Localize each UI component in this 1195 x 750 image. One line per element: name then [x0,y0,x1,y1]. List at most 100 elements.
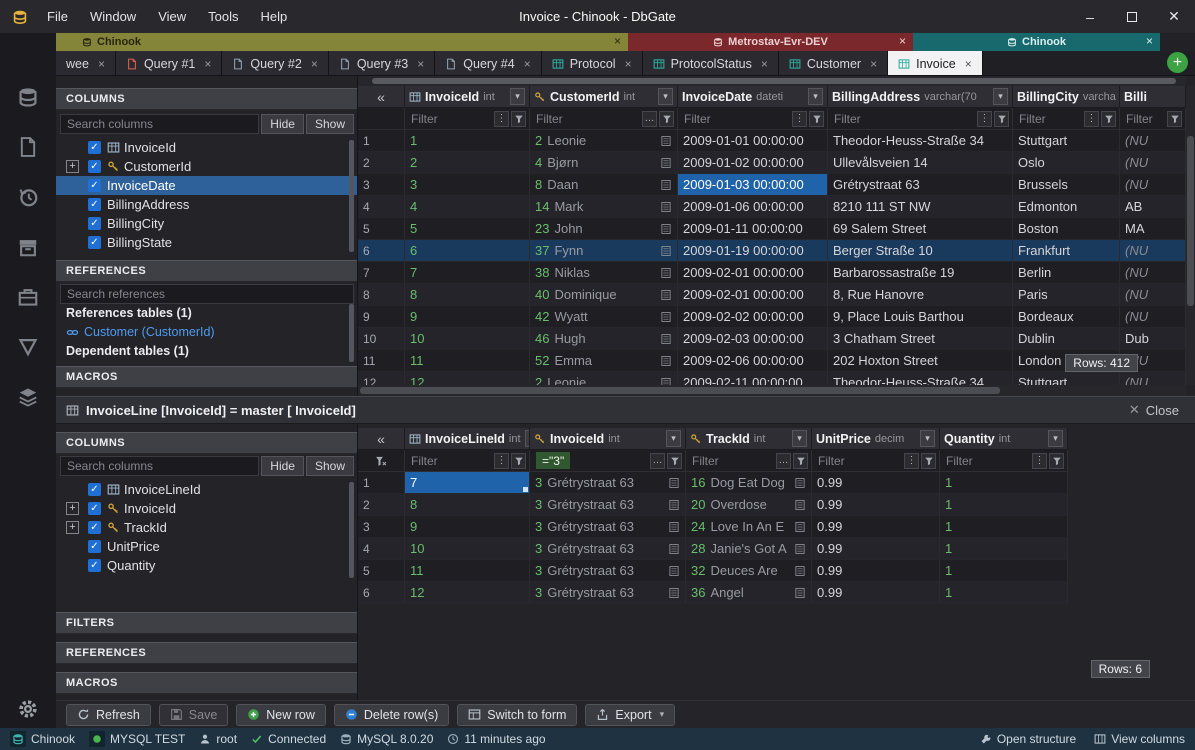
row-number[interactable]: 11 [358,350,405,372]
cell-billingaddress[interactable]: Theodor-Heuss-Straße 34 [828,372,1013,385]
cell-billingaddress[interactable]: Berger Straße 10 [828,240,1013,262]
filter-funnel-icon[interactable] [659,111,674,127]
close-tab-icon[interactable]: × [98,57,105,71]
cell-trackid[interactable]: 32Deuces Are [686,560,812,582]
cell-billingcity[interactable]: Stuttgart [1013,130,1120,152]
cell-billingaddress[interactable]: Barbarossastraße 19 [828,262,1013,284]
cell-invoiceid[interactable]: 3Grétrystraat 63 [530,582,686,604]
filter-input-invoicedate[interactable]: Filter⋮ [678,108,828,130]
filter-funnel-icon[interactable] [793,453,808,469]
cell-billingaddress[interactable]: 8, Rue Hanovre [828,284,1013,306]
layers-icon[interactable] [16,385,40,409]
tab-customer[interactable]: Customer× [779,51,888,76]
cell-billingstate[interactable]: AB [1120,196,1186,218]
cell-billingaddress[interactable]: 69 Salem Street [828,218,1013,240]
close-tab-icon[interactable]: × [204,57,211,71]
filter-input-invoiceid[interactable]: Filter⋮ [405,108,530,130]
cell-trackid[interactable]: 28Janie's Got A [686,538,812,560]
tab-group-metrostav-evr-dev-1[interactable]: Metrostav-Evr-DEV× [628,33,913,51]
filter-options-button[interactable]: … [776,453,791,469]
cell-billingstate[interactable]: (NU [1120,174,1186,196]
cell-billingstate[interactable]: Dub [1120,328,1186,350]
cell-billingcity[interactable]: Oslo [1013,152,1120,174]
open-reference-icon[interactable] [668,565,680,577]
cell-billingcity[interactable]: Paris [1013,284,1120,306]
status-connected[interactable]: Connected [251,732,326,746]
close-tab-icon[interactable]: × [870,57,877,71]
open-reference-icon[interactable] [660,355,672,367]
cell-billingcity[interactable]: Boston [1013,218,1120,240]
cell-billingaddress[interactable]: 8210 111 ST NW [828,196,1013,218]
hide-columns-button[interactable]: Hide [261,456,304,476]
cell-invoiceid[interactable]: 1 [405,130,530,152]
cell-trackid[interactable]: 16Dog Eat Dog [686,472,812,494]
column-item-customerid[interactable]: +✓CustomerId [56,157,357,176]
cell-customerid[interactable]: 46Hugh [530,328,678,350]
filter-input-invoiceid[interactable]: ="3"… [530,450,686,472]
close-group-icon[interactable]: × [899,34,906,48]
open-reference-icon[interactable] [794,521,806,533]
cell-invoiceid[interactable]: 6 [405,240,530,262]
filter-input-billingaddress[interactable]: Filter⋮ [828,108,1013,130]
open-reference-icon[interactable] [660,377,672,386]
filter-options-button[interactable]: ⋮ [1032,453,1047,469]
switch-to-form-button[interactable]: Switch to form [457,704,577,726]
settings-icon[interactable] [0,698,56,720]
filter-input-billingcity[interactable]: Filter⋮ [1013,108,1120,130]
column-item-billingstate[interactable]: ✓BillingState [56,233,357,252]
cell-billingstate[interactable]: (NU [1120,130,1186,152]
search-columns-input[interactable] [60,114,259,134]
column-item-billingcity[interactable]: ✓BillingCity [56,214,357,233]
column-menu-button[interactable]: ▾ [993,88,1008,105]
cell-invoiceid[interactable]: 5 [405,218,530,240]
checkbox[interactable]: ✓ [88,521,101,534]
collapse-panel-button[interactable]: « [358,86,405,108]
open-reference-icon[interactable] [660,267,672,279]
open-reference-icon[interactable] [668,521,680,533]
macros-section-header[interactable]: MACROS [56,672,357,694]
cell-invoiceid[interactable]: 3 [405,174,530,196]
cell-customerid[interactable]: 8Daan [530,174,678,196]
horizontal-scrollbar-top[interactable] [358,76,1186,86]
refresh-button[interactable]: Refresh [66,704,151,726]
header-invoiceid[interactable]: InvoiceIdint▾ [405,86,530,108]
column-item-invoicelineid[interactable]: ✓InvoiceLineId [56,480,357,499]
grid-row[interactable]: 6123Grétrystraat 6336Angel0.991 [358,582,1068,604]
cell-billingcity[interactable]: Dublin [1013,328,1120,350]
filter-options-button[interactable]: ⋮ [1084,111,1099,127]
filter-input-customerid[interactable]: Filter… [530,108,678,130]
briefcase-icon[interactable] [16,285,40,309]
cell-customerid[interactable]: 14Mark [530,196,678,218]
open-reference-icon[interactable] [794,499,806,511]
row-number[interactable]: 8 [358,284,405,306]
collapse-panel-button[interactable]: « [358,428,405,450]
cell-billingaddress[interactable]: Theodor-Heuss-Straße 34 [828,130,1013,152]
checkbox[interactable]: ✓ [88,141,101,154]
cell-invoiceid[interactable]: 10 [405,328,530,350]
filter-input-trackid[interactable]: Filter… [686,450,812,472]
cell-quantity[interactable]: 1 [940,538,1068,560]
close-tab-icon[interactable]: × [761,57,768,71]
column-item-invoicedate[interactable]: ✓InvoiceDate [56,176,357,195]
save-button[interactable]: Save [159,704,229,726]
tab-group-chinook-2[interactable]: Chinook× [913,33,1160,51]
cell-billingstate[interactable]: (NU [1120,262,1186,284]
cell-quantity[interactable]: 1 [940,472,1068,494]
close-tab-icon[interactable]: × [311,57,318,71]
checkbox[interactable]: ✓ [88,540,101,553]
open-reference-icon[interactable] [660,333,672,345]
status-mysql-8-0-20[interactable]: MySQL 8.0.20 [340,732,433,746]
column-menu-button[interactable]: ▾ [510,88,525,105]
header-billingcity[interactable]: BillingCityvarcha▾ [1013,86,1120,108]
checkbox[interactable]: ✓ [88,217,101,230]
grid-row[interactable]: 7738Niklas2009-02-01 00:00:00Barbarossas… [358,262,1186,284]
tab-query-4[interactable]: Query #4× [435,51,541,76]
open-reference-icon[interactable] [668,543,680,555]
cell-invoicelineid[interactable]: 9 [405,516,530,538]
cell-customerid[interactable]: 37Fynn [530,240,678,262]
cell-invoiceid[interactable]: 9 [405,306,530,328]
grid-row[interactable]: 338Daan2009-01-03 00:00:00Grétrystraat 6… [358,174,1186,196]
grid-row[interactable]: 224Bjørn2009-01-02 00:00:00Ullevålsveien… [358,152,1186,174]
row-number[interactable]: 3 [358,516,405,538]
grid-row[interactable]: 112Leonie2009-01-01 00:00:00Theodor-Heus… [358,130,1186,152]
